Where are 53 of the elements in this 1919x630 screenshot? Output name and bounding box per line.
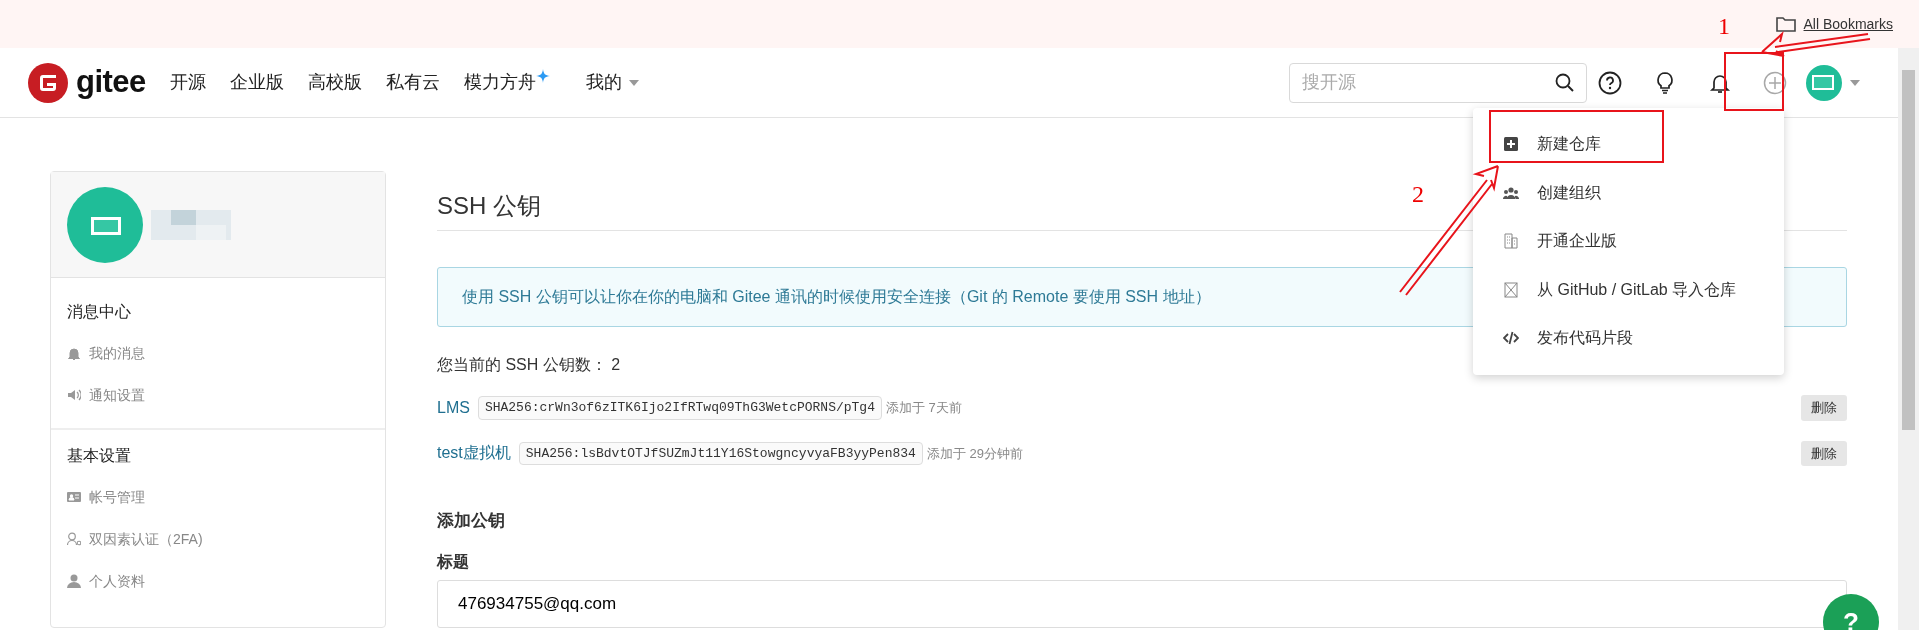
folder-icon [1775, 16, 1796, 32]
key-name-link[interactable]: LMS [437, 395, 470, 420]
group-icon [1503, 184, 1519, 201]
crossed-box-icon [1503, 281, 1519, 298]
caret-icon[interactable] [1850, 79, 1860, 86]
logo-text: gitee [76, 63, 146, 102]
code-icon [1503, 330, 1519, 347]
nav-link[interactable]: 高校版 [307, 69, 362, 96]
menu-item[interactable]: 创建组织 [1473, 168, 1784, 217]
menu-item[interactable]: 开通企业版 [1473, 217, 1784, 266]
speaker-icon [67, 388, 81, 402]
annotation-number: 2 [1412, 180, 1424, 209]
logo-icon [28, 62, 68, 103]
search-field[interactable]: 搜开源 [1289, 62, 1587, 103]
section-title: 消息中心 [67, 302, 132, 322]
added-time: 添加于 7天前 [886, 399, 962, 417]
annotation-number: 1 [1718, 12, 1730, 41]
sidebar-item[interactable]: 帐号管理 [67, 476, 369, 518]
create-button[interactable] [1763, 70, 1787, 95]
key-count-text: 您当前的 SSH 公钥数： 2 [437, 355, 622, 375]
delete-button[interactable]: 删除 [1801, 440, 1847, 466]
caret-icon [628, 79, 639, 86]
nav-link[interactable]: 私有云 [385, 69, 440, 96]
menu-item[interactable]: 新建仓库 [1473, 120, 1784, 169]
bookmark-item[interactable]: All Bookmarks [1775, 13, 1893, 35]
bell-icon [67, 346, 81, 360]
highlight-frame [1724, 52, 1784, 111]
help-button[interactable] [1598, 70, 1622, 95]
user-outline-icon [67, 532, 81, 546]
added-time: 添加于 29分钟前 [926, 444, 1023, 463]
fingerprint-code: SHA256:lsBdvtOTJfSUZmJt11Y16StowgncyvyaFB3yyPen834 [518, 441, 923, 465]
field-label: 标题 [437, 551, 470, 572]
sidebar-item[interactable]: 双因素认证（2FA) [67, 518, 369, 560]
nav-link[interactable]: 开源 [169, 69, 206, 96]
user-icon [67, 574, 81, 588]
fingerprint-code: SHA256:crWn3of6zITK6Ijo2IfRTwq09ThG3WetcPORNS/pTg4 [477, 396, 882, 420]
avatar-icon [67, 186, 143, 263]
scrollbar[interactable] [1898, 48, 1919, 630]
section-heading: 添加公钥 [437, 510, 506, 532]
nav-link[interactable]: 我的 [585, 69, 639, 96]
delete-button[interactable]: 删除 [1801, 395, 1847, 421]
sidebar-item[interactable]: 通知设置 [67, 374, 369, 416]
plus-square-icon [1503, 136, 1519, 153]
sparkle-icon [535, 68, 550, 83]
id-card-icon [67, 490, 81, 504]
key-name-link[interactable]: test虚拟机 [437, 441, 511, 466]
nav-link[interactable]: 模力方舟 [463, 69, 550, 96]
nav-link[interactable]: 企业版 [229, 69, 284, 96]
section-title: 基本设置 [67, 446, 132, 466]
sidebar-item[interactable]: 我的消息 [67, 332, 369, 374]
menu-item[interactable]: 从 GitHub / GitLab 导入仓库 [1473, 265, 1784, 314]
building-icon [1503, 233, 1519, 250]
sidebar-item[interactable]: 个人资料 [67, 560, 369, 602]
